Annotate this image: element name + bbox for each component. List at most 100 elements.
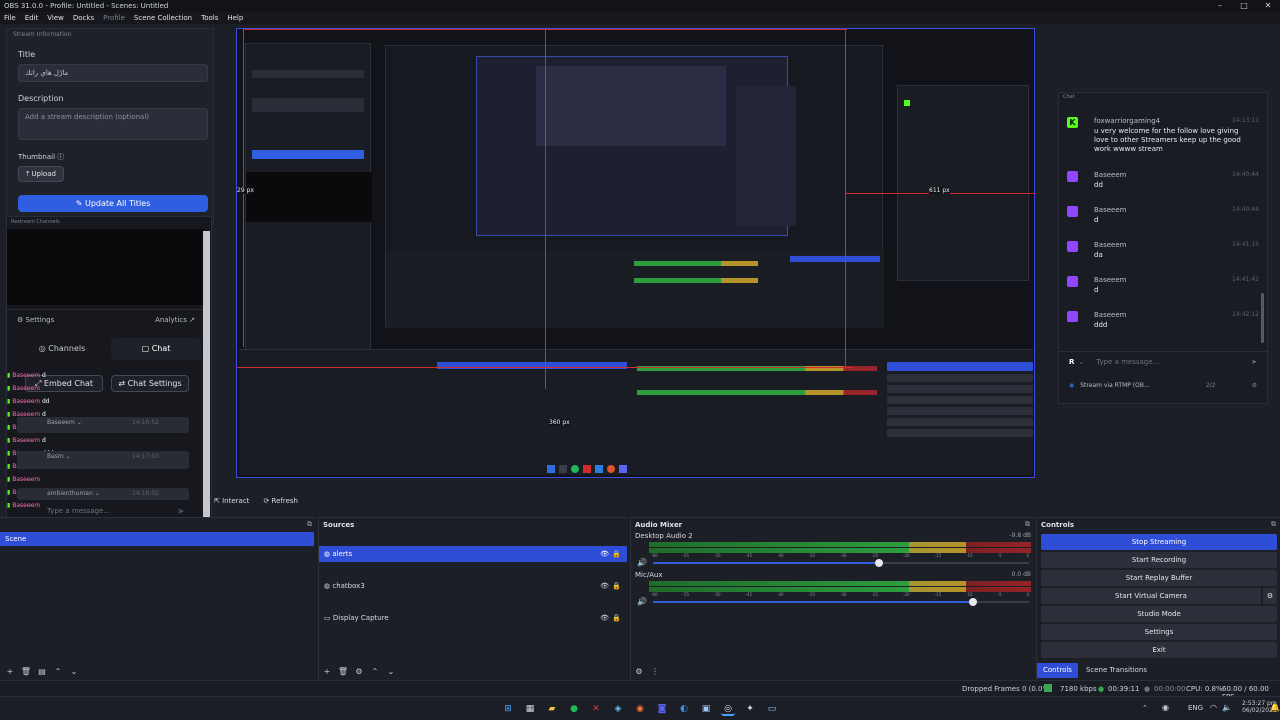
start-virtual-camera-button[interactable]: Start Virtual Camera: [1041, 588, 1261, 604]
restream-settings[interactable]: ⚙ Settings: [17, 316, 54, 324]
menu-docks[interactable]: Docks: [73, 14, 94, 22]
arrow-up-icon[interactable]: ⌃: [52, 666, 64, 678]
slider-knob[interactable]: [874, 559, 883, 567]
start-replay-buffer-button[interactable]: Start Replay Buffer: [1041, 570, 1277, 586]
spotify-icon[interactable]: ●: [567, 702, 581, 716]
eye-icon[interactable]: 👁: [600, 582, 609, 590]
send-icon[interactable]: ➤: [177, 507, 185, 517]
maximize-icon[interactable]: □: [1232, 0, 1256, 12]
tray-app-icon[interactable]: ◉: [1162, 703, 1169, 712]
firefox-icon[interactable]: ◉: [633, 702, 647, 716]
stop-streaming-button[interactable]: Stop Streaming: [1041, 534, 1277, 550]
upload-button[interactable]: ⤒ Upload: [18, 166, 64, 182]
steam-icon[interactable]: ◈: [611, 702, 625, 716]
language-indicator[interactable]: ENG: [1188, 704, 1203, 712]
exit-button[interactable]: Exit: [1041, 642, 1277, 658]
chevron-down-icon[interactable]: ⌄: [1078, 358, 1084, 366]
app-icon[interactable]: ✕: [589, 702, 603, 716]
restream-analytics[interactable]: Analytics ↗: [155, 316, 195, 324]
volume-icon[interactable]: 🔈: [1222, 703, 1232, 712]
description-label: Description: [18, 94, 64, 103]
source-item-alerts[interactable]: ◍ alerts 👁 🔒: [319, 546, 627, 562]
menu-view[interactable]: View: [47, 14, 64, 22]
gear-icon[interactable]: ⚙: [633, 666, 645, 678]
restream-message-input[interactable]: Type a message...: [47, 507, 110, 515]
gear-icon[interactable]: ⚙: [353, 666, 365, 678]
speaker-icon[interactable]: 🔊: [637, 558, 647, 567]
arrow-up-icon[interactable]: ⌃: [369, 666, 381, 678]
arrow-down-icon[interactable]: ⌄: [385, 666, 397, 678]
source-item-display-capture[interactable]: ▭ Display Capture 👁 🔒: [319, 610, 627, 626]
wifi-icon[interactable]: ◠: [1210, 703, 1217, 712]
scene-item[interactable]: Scene: [0, 532, 314, 546]
menu-file[interactable]: File: [4, 14, 16, 22]
source-item-chatbox3[interactable]: ◍ chatbox3 👁 🔒: [319, 578, 627, 594]
file-explorer-icon[interactable]: ▰: [545, 702, 559, 716]
add-icon[interactable]: +: [4, 666, 16, 678]
browser-icon[interactable]: ◐: [677, 702, 691, 716]
discord-icon[interactable]: ◙: [655, 702, 669, 716]
bitrate: 7180 kbps: [1060, 685, 1097, 693]
tab-scene-transitions[interactable]: Scene Transitions: [1078, 663, 1155, 678]
undock-icon[interactable]: ⧉: [1271, 520, 1276, 529]
interact-button[interactable]: ⇱ Interact: [214, 497, 249, 505]
scrollbar[interactable]: [203, 231, 210, 525]
eye-icon[interactable]: 👁: [600, 550, 609, 558]
controls-tabbar: Controls Scene Transitions: [1037, 663, 1155, 678]
close-icon[interactable]: ✕: [1256, 0, 1280, 12]
gear-icon[interactable]: ⚙: [1252, 382, 1257, 389]
lock-icon[interactable]: 🔒: [612, 614, 621, 622]
monitor-icon[interactable]: ▭: [765, 702, 779, 716]
tray-chevron-icon[interactable]: ⌃: [1142, 704, 1148, 712]
more-icon[interactable]: ⋮: [649, 666, 661, 678]
preview-canvas[interactable]: 29 px 611 px 360 px: [236, 28, 1035, 478]
slider-knob[interactable]: [968, 598, 977, 606]
chat-message-input[interactable]: Type a message...: [1096, 358, 1251, 366]
undock-icon[interactable]: ⧉: [307, 520, 312, 529]
volume-slider[interactable]: [653, 559, 1029, 567]
menu-profile[interactable]: Profile: [103, 14, 125, 22]
dimension-label: 29 px: [237, 187, 254, 194]
chat-tab[interactable]: ▢ Chat: [111, 338, 201, 360]
settings-button[interactable]: Settings: [1041, 624, 1277, 640]
channels-tab[interactable]: ◎ Channels: [17, 338, 107, 360]
mixer-channel-desktop-audio: Desktop Audio 2 -9.8 dB -60 -55 -50 -45 -40 -3…: [635, 532, 1031, 567]
lock-icon[interactable]: 🔒: [612, 582, 621, 590]
lock-icon[interactable]: 🔒: [612, 550, 621, 558]
trash-icon[interactable]: 🗑: [337, 666, 349, 678]
menu-help[interactable]: Help: [227, 14, 243, 22]
send-icon[interactable]: ➤: [1251, 358, 1257, 366]
scrollbar[interactable]: [1261, 293, 1264, 343]
tab-controls[interactable]: Controls: [1037, 663, 1078, 678]
minimize-icon[interactable]: –: [1208, 0, 1232, 12]
app-icon[interactable]: ▣: [699, 702, 713, 716]
obs-icon[interactable]: ◎: [721, 702, 735, 716]
filter-icon[interactable]: ▤: [36, 666, 48, 678]
speaker-icon[interactable]: 🔊: [637, 597, 647, 606]
chat-message: Baseeem 14:40:44 dd: [1067, 171, 1263, 193]
arrow-down-icon[interactable]: ⌄: [68, 666, 80, 678]
menu-scene-collection[interactable]: Scene Collection: [134, 14, 192, 22]
task-view-icon[interactable]: ▦: [523, 702, 537, 716]
menu-tools[interactable]: Tools: [201, 14, 218, 22]
eye-icon[interactable]: 👁: [600, 614, 609, 622]
undock-icon[interactable]: ⧉: [1025, 520, 1030, 529]
update-all-titles-button[interactable]: ✎ Update All Titles: [18, 195, 208, 212]
volume-slider[interactable]: [653, 598, 1029, 606]
mixer-channel-mic-aux: Mic/Aux 0.0 dB -60 -55 -50 -45 -40 -35 -30 -25 -2…: [635, 571, 1031, 606]
notification-icon[interactable]: 🔔: [1270, 703, 1280, 712]
app-icon[interactable]: ✦: [743, 702, 757, 716]
refresh-button[interactable]: ⟳ Refresh: [263, 497, 298, 505]
gear-icon[interactable]: ⚙: [1263, 588, 1277, 604]
menu-edit[interactable]: Edit: [25, 14, 39, 22]
stream-label: Stream via RTMP (OB...: [1080, 381, 1150, 389]
windows-start-icon[interactable]: ⊞: [501, 702, 515, 716]
studio-mode-button[interactable]: Studio Mode: [1041, 606, 1277, 622]
add-icon[interactable]: +: [321, 666, 333, 678]
title-input[interactable]: مارْل هاي راتك: [18, 64, 208, 82]
description-input[interactable]: Add a stream description (optional): [18, 108, 208, 140]
trash-icon[interactable]: 🗑: [20, 666, 32, 678]
start-recording-button[interactable]: Start Recording: [1041, 552, 1277, 568]
chat-settings-button[interactable]: ⇄ Chat Settings: [111, 375, 189, 392]
guide-line: [545, 29, 546, 389]
